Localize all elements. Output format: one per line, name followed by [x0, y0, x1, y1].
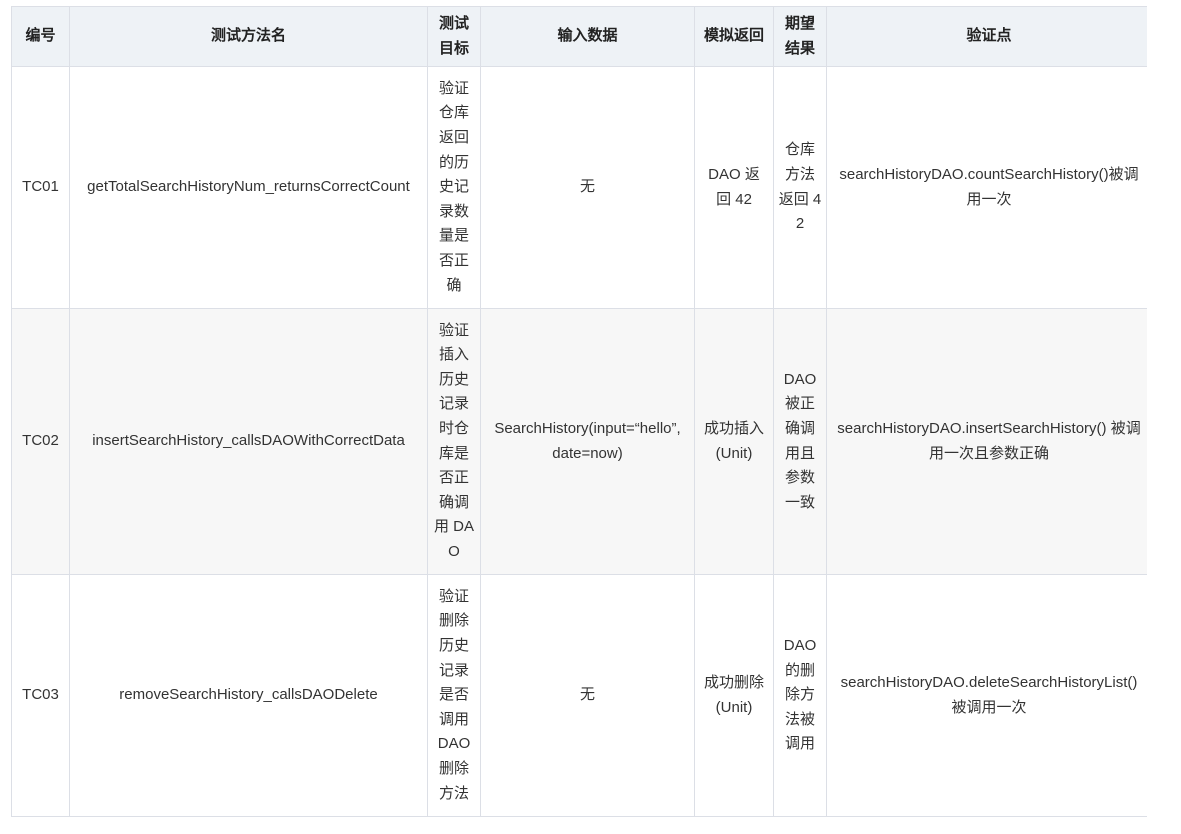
cell-verify: searchHistoryDAO.deleteSearchHistoryList…: [826, 574, 1147, 817]
cell-expected: DAO 被正确调用且参数一致: [773, 308, 827, 575]
header-goal: 测试目标: [427, 6, 481, 67]
cell-expected: DAO 的删除方法被调用: [773, 574, 827, 817]
table-header: 编号 测试方法名 测试目标 输入数据 模拟返回 期望结果 验证点: [11, 6, 1147, 67]
cell-method: removeSearchHistory_callsDAODelete: [69, 574, 428, 817]
cell-mock: 成功插入 (Unit): [694, 308, 774, 575]
header-expected: 期望结果: [773, 6, 827, 67]
cell-expected: 仓库方法返回 42: [773, 66, 827, 309]
table-body: TC01 getTotalSearchHistoryNum_returnsCor…: [11, 66, 1147, 817]
cell-goal: 验证插入历史记录时仓库是否正确调用 DAO: [427, 308, 481, 575]
cell-id: TC03: [11, 574, 70, 817]
cell-goal: 验证仓库返回的历史记录数量是否正确: [427, 66, 481, 309]
cell-goal: 验证删除历史记录是否调用 DAO 删除方法: [427, 574, 481, 817]
cell-input: SearchHistory(input=“hello”, date=now): [480, 308, 695, 575]
table-row: TC03 removeSearchHistory_callsDAODelete …: [11, 574, 1147, 817]
cell-input: 无: [480, 574, 695, 817]
cell-verify: searchHistoryDAO.countSearchHistory()被调用…: [826, 66, 1147, 309]
cell-id: TC02: [11, 308, 70, 575]
cell-method: getTotalSearchHistoryNum_returnsCorrectC…: [69, 66, 428, 309]
test-case-table: 编号 测试方法名 测试目标 输入数据 模拟返回 期望结果 验证点 TC01 ge…: [11, 6, 1147, 817]
cell-verify: searchHistoryDAO.insertSearchHistory() 被…: [826, 308, 1147, 575]
header-id: 编号: [11, 6, 70, 67]
header-input: 输入数据: [480, 6, 695, 67]
cell-mock: DAO 返回 42: [694, 66, 774, 309]
table-row: TC02 insertSearchHistory_callsDAOWithCor…: [11, 308, 1147, 575]
cell-mock: 成功删除 (Unit): [694, 574, 774, 817]
header-method: 测试方法名: [69, 6, 428, 67]
table-row: TC01 getTotalSearchHistoryNum_returnsCor…: [11, 66, 1147, 309]
cell-method: insertSearchHistory_callsDAOWithCorrectD…: [69, 308, 428, 575]
cell-input: 无: [480, 66, 695, 309]
header-row: 编号 测试方法名 测试目标 输入数据 模拟返回 期望结果 验证点: [11, 6, 1147, 67]
header-verify: 验证点: [826, 6, 1147, 67]
header-mock: 模拟返回: [694, 6, 774, 67]
cell-id: TC01: [11, 66, 70, 309]
test-case-table-container: 编号 测试方法名 测试目标 输入数据 模拟返回 期望结果 验证点 TC01 ge…: [11, 6, 1147, 817]
